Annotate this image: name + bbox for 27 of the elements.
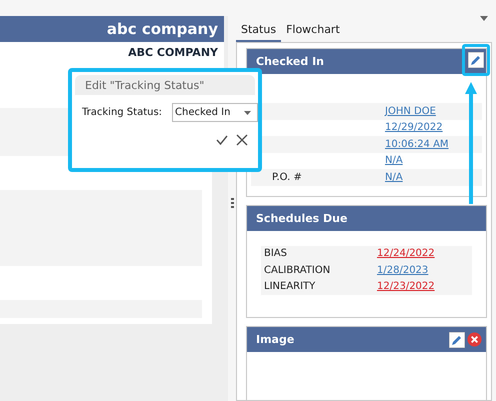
panel-title: Image [256,333,294,346]
row-label: BIAS [264,248,288,260]
row-label: LINEARITY [264,281,316,292]
panel-title: Schedules Due [256,212,348,224]
tab[interactable]: Flowchart [281,21,345,42]
date-link[interactable]: 12/24/2022 [377,248,472,260]
value-link[interactable]: N/A [385,155,482,166]
value-link[interactable]: N/A [385,172,482,183]
panel-title: Checked In [256,55,324,68]
pointer-arrow-icon [465,82,477,204]
date-link[interactable]: 12/23/2022 [377,281,472,292]
row-label: CALIBRATION [264,264,332,276]
close-icon[interactable] [236,134,248,146]
dialog-title: Edit "Tracking Status" [75,75,255,95]
field-label: Tracking Status: [82,107,162,118]
date-link[interactable]: 1/28/2023 [377,264,472,276]
dropdown-caret-icon[interactable] [480,16,488,21]
caret-icon [244,110,251,114]
row-label: P.O. # [272,172,303,183]
pencil-icon[interactable] [449,332,465,348]
status-select[interactable]: Checked In [172,103,258,122]
confirm-icon[interactable] [216,134,228,146]
delete-icon[interactable] [467,332,482,346]
company-title-bar: abc company [0,16,224,42]
splitter-grip-icon[interactable] [230,198,234,208]
value-link[interactable]: 12/29/2022 [385,122,482,134]
edit-icon[interactable] [468,52,484,68]
